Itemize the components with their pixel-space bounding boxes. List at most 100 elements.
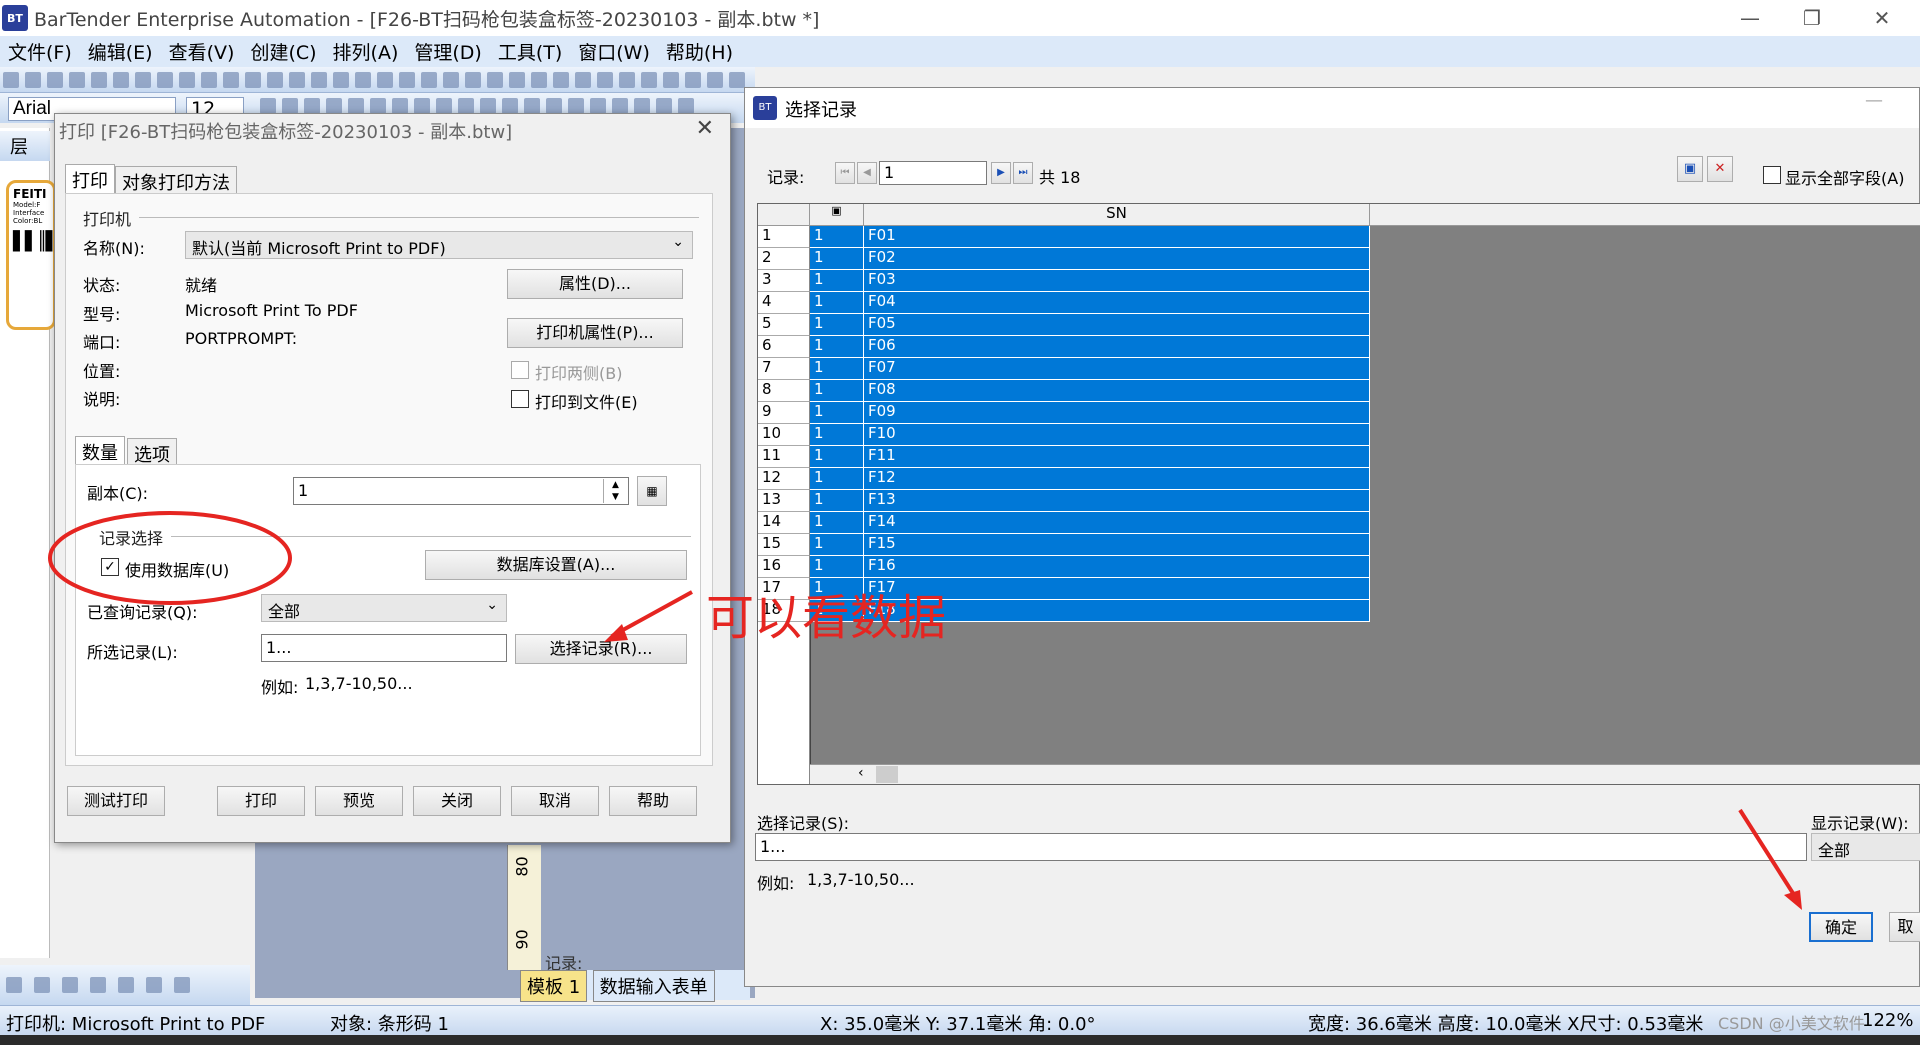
toolbar-icon[interactable]	[392, 98, 408, 114]
row-sn-cell[interactable]: F08	[864, 380, 1370, 402]
menu-item[interactable]: 编辑(E)	[80, 38, 161, 65]
row-sn-cell[interactable]: F10	[864, 424, 1370, 446]
next-record-icon[interactable]: ▶	[991, 162, 1011, 184]
toolbar-icon[interactable]	[91, 72, 107, 88]
toolbar-icon[interactable]	[174, 977, 190, 993]
tab-data-entry-form[interactable]: 数据输入表单	[592, 970, 715, 1002]
row-flag-cell[interactable]: 1	[810, 534, 864, 556]
toolbar-icon[interactable]	[47, 72, 63, 88]
toolbar-icon[interactable]	[245, 72, 261, 88]
row-sn-cell[interactable]: F09	[864, 402, 1370, 424]
toolbar-icon[interactable]	[311, 72, 327, 88]
print-to-file-checkbox[interactable]	[511, 390, 529, 408]
toolbar-icon[interactable]	[201, 72, 217, 88]
properties-button[interactable]: 属性(D)...	[507, 269, 683, 299]
toolbar-icon[interactable]	[146, 977, 162, 993]
toolbar-icon[interactable]	[634, 98, 650, 114]
column-header-sn[interactable]: SN	[864, 204, 1370, 226]
toolbar-icon[interactable]	[619, 72, 635, 88]
row-header[interactable]: 11	[758, 446, 810, 468]
last-record-icon[interactable]: ⏭	[1013, 162, 1033, 184]
tab-template-1[interactable]: 模板 1	[520, 970, 588, 1002]
toolbar-icon[interactable]	[90, 977, 106, 993]
toolbar-icon[interactable]	[179, 72, 195, 88]
copies-options-icon[interactable]: ▦	[637, 476, 667, 506]
row-header[interactable]: 6	[758, 336, 810, 358]
toolbar-icon[interactable]	[260, 98, 276, 114]
toolbar-icon[interactable]	[524, 98, 540, 114]
cancel-button[interactable]: 取	[1889, 912, 1920, 942]
row-header[interactable]: 5	[758, 314, 810, 336]
toolbar-icon[interactable]	[443, 72, 459, 88]
row-header[interactable]: 14	[758, 512, 810, 534]
row-sn-cell[interactable]: F13	[864, 490, 1370, 512]
row-sn-cell[interactable]: F02	[864, 248, 1370, 270]
row-sn-cell[interactable]: F07	[864, 358, 1370, 380]
test-print-button[interactable]: 测试打印	[67, 786, 165, 816]
minimize-icon[interactable]: —	[1865, 90, 1883, 111]
toolbar-icon[interactable]	[575, 72, 591, 88]
row-sn-cell[interactable]: F15	[864, 534, 1370, 556]
label-thumbnail[interactable]: FEITI Model:F Interface Color:BL ▌▌║▌	[6, 180, 56, 330]
row-sn-cell[interactable]: F05	[864, 314, 1370, 336]
row-sn-cell[interactable]: F14	[864, 512, 1370, 534]
close-icon[interactable]: ✕	[1862, 4, 1902, 32]
toolbar-icon[interactable]	[458, 98, 474, 114]
menu-item[interactable]: 排列(A)	[325, 38, 407, 65]
toolbar-icon[interactable]	[289, 72, 305, 88]
menu-item[interactable]: 创建(C)	[242, 38, 324, 65]
toolbar-icon[interactable]	[355, 72, 371, 88]
toolbar-icon[interactable]	[509, 72, 525, 88]
tab-quantity[interactable]: 数量	[75, 436, 125, 467]
row-flag-cell[interactable]: 1	[810, 380, 864, 402]
toolbar-icon[interactable]	[377, 72, 393, 88]
toolbar-icon[interactable]	[641, 72, 657, 88]
first-record-icon[interactable]: ⏮	[835, 162, 855, 184]
toolbar-icon[interactable]	[223, 72, 239, 88]
toolbar-icon[interactable]	[597, 72, 613, 88]
row-flag-cell[interactable]: 1	[810, 446, 864, 468]
selected-records-input[interactable]: 1...	[261, 634, 507, 662]
queried-records-select[interactable]: 全部 ⌄	[261, 594, 507, 622]
toolbar-icon[interactable]	[502, 98, 518, 114]
row-sn-cell[interactable]: F06	[864, 336, 1370, 358]
print-button[interactable]: 打印	[217, 786, 305, 816]
row-sn-cell[interactable]: F04	[864, 292, 1370, 314]
menu-item[interactable]: 管理(D)	[406, 38, 489, 65]
cancel-button[interactable]: 取消	[511, 786, 599, 816]
toolbar-icon[interactable]	[157, 72, 173, 88]
show-all-fields-checkbox[interactable]	[1763, 166, 1781, 184]
row-header[interactable]: 13	[758, 490, 810, 512]
toolbar-icon[interactable]	[421, 72, 437, 88]
toolbar-icon[interactable]	[656, 98, 672, 114]
show-records-select[interactable]: 全部	[1811, 833, 1920, 861]
row-flag-cell[interactable]: 1	[810, 358, 864, 380]
toolbar-icon[interactable]	[531, 72, 547, 88]
row-sn-cell[interactable]: F03	[864, 270, 1370, 292]
toolbar-icon[interactable]	[304, 98, 320, 114]
row-header[interactable]: 7	[758, 358, 810, 380]
row-header[interactable]: 4	[758, 292, 810, 314]
row-flag-cell[interactable]: 1	[810, 226, 864, 248]
row-header[interactable]: 2	[758, 248, 810, 270]
toolbar-icon[interactable]	[663, 72, 679, 88]
menu-item[interactable]: 文件(F)	[0, 38, 80, 65]
prev-record-icon[interactable]: ◀	[857, 162, 877, 184]
toolbar-icon[interactable]	[590, 98, 606, 114]
menu-item[interactable]: 工具(T)	[490, 38, 570, 65]
row-flag-cell[interactable]: 1	[810, 424, 864, 446]
row-sn-cell[interactable]: F12	[864, 468, 1370, 490]
preview-button[interactable]: 预览	[315, 786, 403, 816]
database-settings-button[interactable]: 数据库设置(A)...	[425, 550, 687, 580]
row-header[interactable]: 1	[758, 226, 810, 248]
row-flag-cell[interactable]: 1	[810, 468, 864, 490]
row-flag-cell[interactable]: 1	[810, 490, 864, 512]
ok-button[interactable]: 确定	[1809, 912, 1873, 942]
use-database-checkbox[interactable]: ✓	[101, 558, 119, 576]
select-records-button[interactable]: 选择记录(R)...	[515, 634, 687, 664]
toolbar-icon[interactable]	[113, 72, 129, 88]
row-header[interactable]: 12	[758, 468, 810, 490]
toolbar-icon[interactable]	[487, 72, 503, 88]
help-button[interactable]: 帮助	[609, 786, 697, 816]
row-sn-cell[interactable]: F16	[864, 556, 1370, 578]
